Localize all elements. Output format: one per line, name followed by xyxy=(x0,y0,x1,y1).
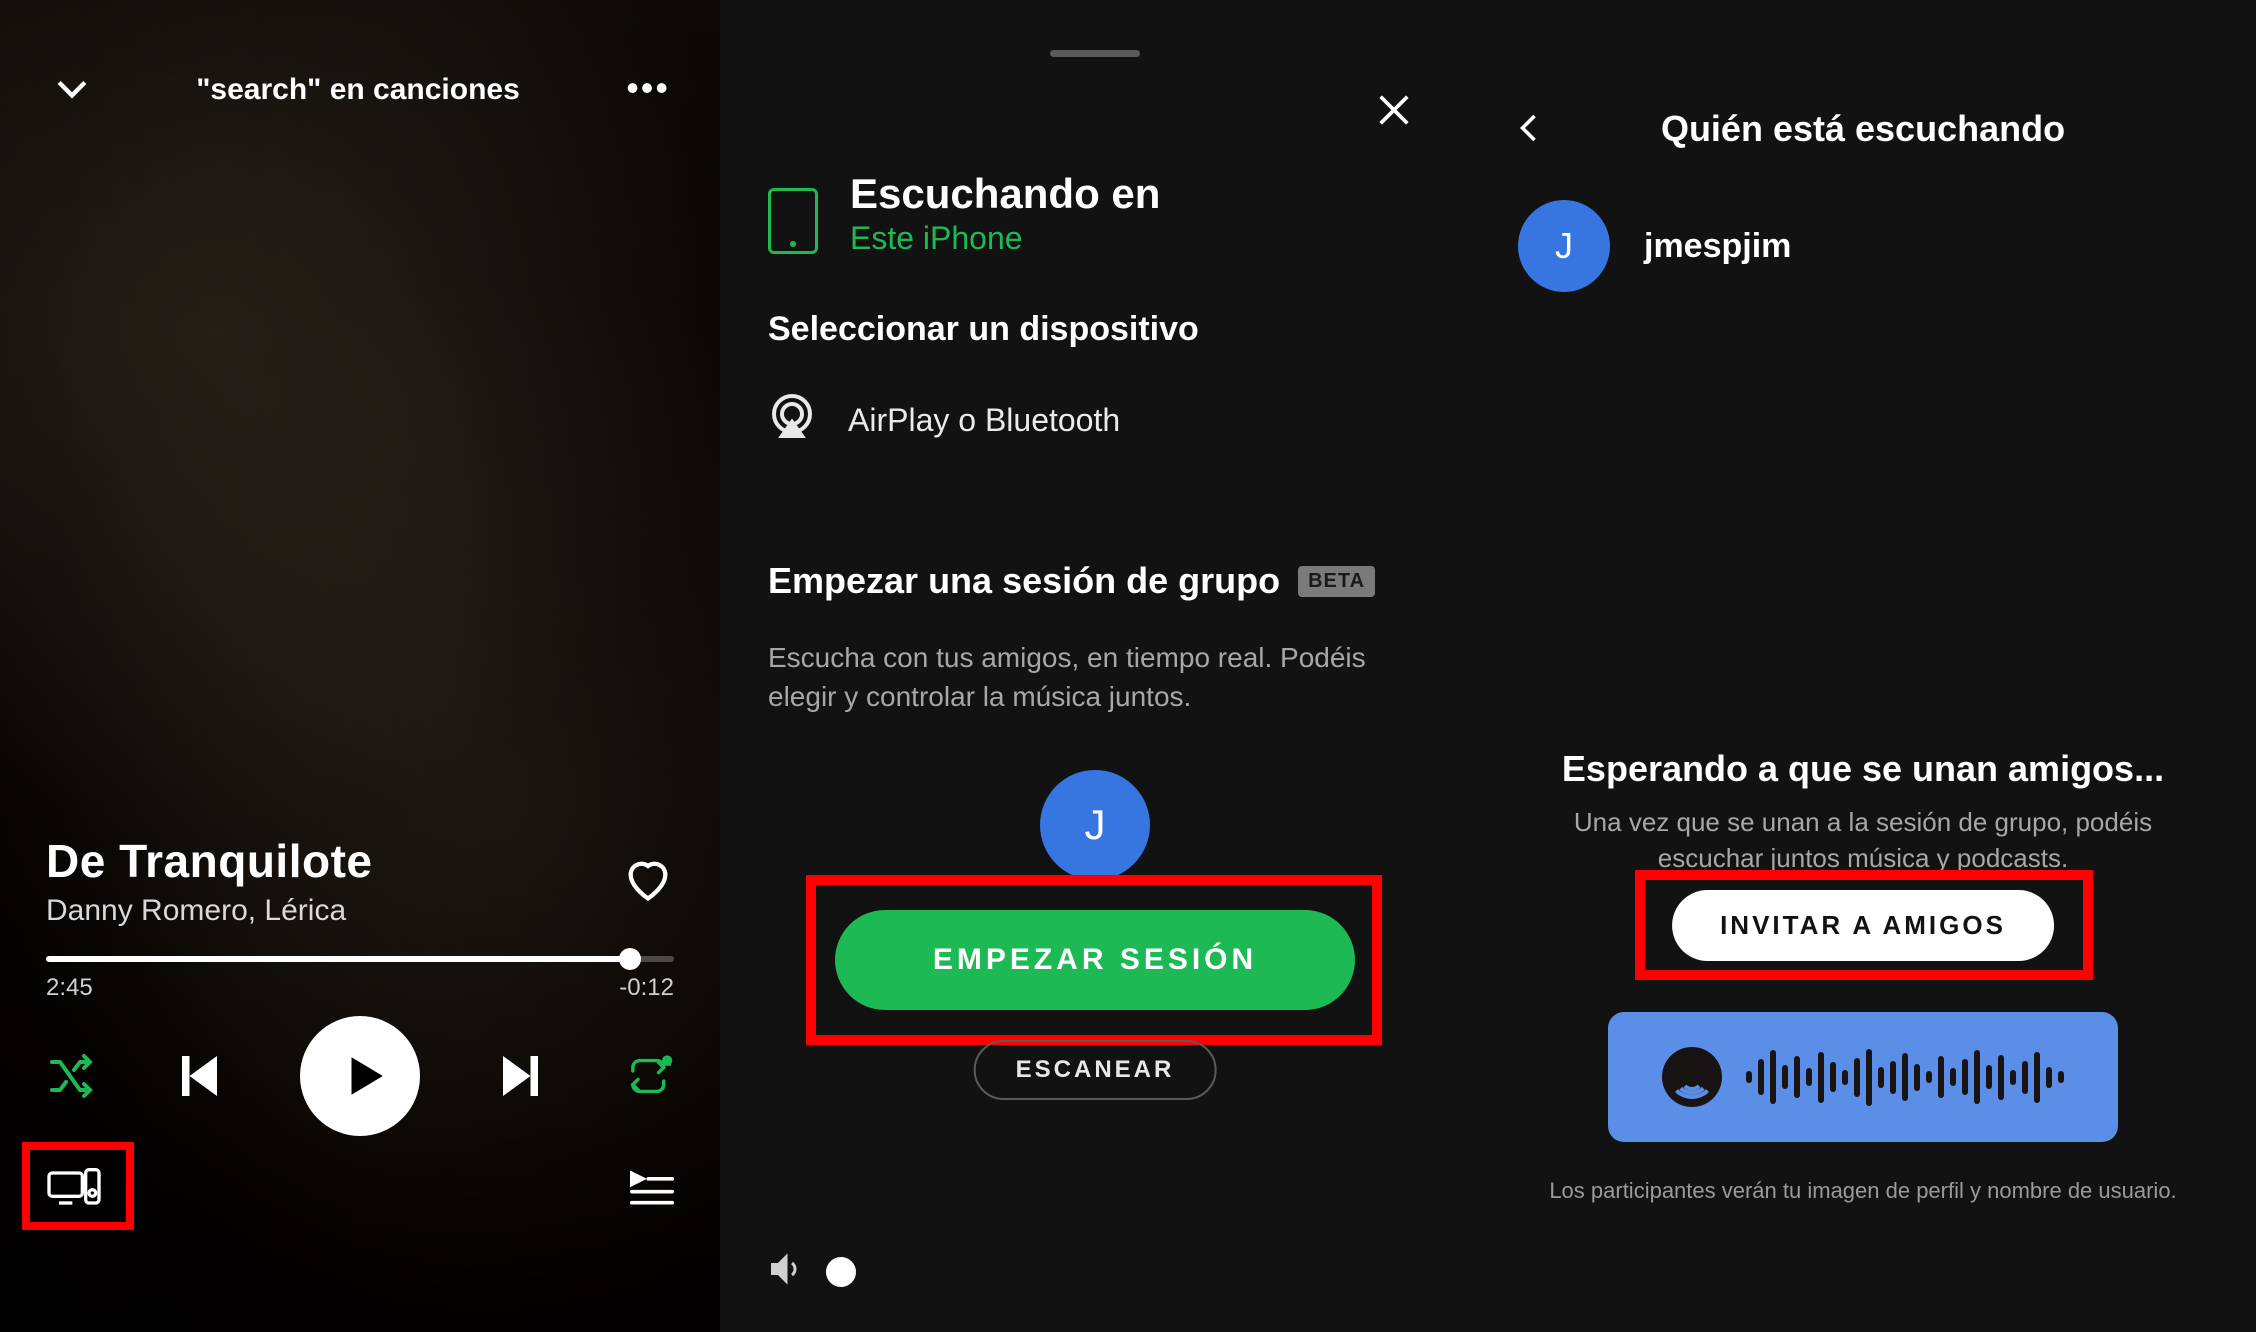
spotify-code[interactable] xyxy=(1608,1012,2118,1142)
collapse-icon[interactable] xyxy=(50,66,94,115)
user-avatar: J xyxy=(1040,770,1150,880)
track-artist: Danny Romero, Lérica xyxy=(46,894,372,928)
start-session-button[interactable]: EMPEZAR SESIÓN xyxy=(835,910,1355,1010)
phone-icon xyxy=(768,188,818,254)
group-session-description: Escucha con tus amigos, en tiempo real. … xyxy=(768,638,1410,716)
spotify-code-bars xyxy=(1746,1047,2064,1107)
devices-button[interactable] xyxy=(46,1168,102,1213)
volume-icon xyxy=(768,1251,804,1292)
airplay-label: AirPlay o Bluetooth xyxy=(848,402,1120,439)
track-info: De Tranquilote Danny Romero, Lérica xyxy=(46,834,674,928)
now-playing-topbar: "search" en canciones ••• xyxy=(0,50,720,130)
queue-button[interactable] xyxy=(630,1171,674,1210)
waiting-description: Una vez que se unan a la sesión de grupo… xyxy=(1526,804,2200,877)
scan-button[interactable]: ESCANEAR xyxy=(974,1040,1217,1100)
waiting-heading: Esperando a que se unan amigos... xyxy=(1470,748,2256,790)
participant-username: jmespjim xyxy=(1644,227,1791,266)
svg-text:1: 1 xyxy=(665,1056,670,1066)
current-device: Este iPhone xyxy=(850,220,1160,257)
progress-bar[interactable]: 2:45 -0:12 xyxy=(46,956,674,1002)
volume-knob[interactable] xyxy=(826,1257,856,1287)
now-playing-screen: "search" en canciones ••• De Tranquilote… xyxy=(0,0,720,1332)
participant-avatar: J xyxy=(1518,200,1610,292)
spotify-logo-icon xyxy=(1662,1047,1722,1107)
listening-on-label: Escuchando en xyxy=(850,170,1160,218)
disclaimer-text: Los participantes verán tu imagen de per… xyxy=(1470,1178,2256,1204)
like-button[interactable] xyxy=(622,853,674,910)
play-button[interactable] xyxy=(300,1016,420,1136)
time-remaining: -0:12 xyxy=(619,974,674,1002)
device-picker-sheet: Escuchando en Este iPhone Seleccionar un… xyxy=(720,0,1470,1332)
more-options-icon[interactable]: ••• xyxy=(622,76,670,105)
track-title: De Tranquilote xyxy=(46,834,372,888)
page-title: Quién está escuchando xyxy=(1470,108,2256,150)
beta-badge: BETA xyxy=(1298,566,1375,597)
airplay-icon xyxy=(768,392,816,448)
next-button[interactable] xyxy=(493,1046,553,1106)
previous-button[interactable] xyxy=(167,1046,227,1106)
context-title: "search" en canciones xyxy=(94,73,622,107)
time-elapsed: 2:45 xyxy=(46,974,93,1002)
close-button[interactable] xyxy=(1374,90,1422,138)
sheet-grab-handle[interactable] xyxy=(1050,50,1140,57)
shuffle-button[interactable] xyxy=(46,1052,94,1100)
select-device-heading: Seleccionar un dispositivo xyxy=(768,310,1199,349)
group-session-heading: Empezar una sesión de grupo xyxy=(768,560,1280,602)
group-session-screen: Quién está escuchando J jmespjim Esperan… xyxy=(1470,0,2256,1332)
repeat-one-button[interactable]: 1 xyxy=(626,1052,674,1100)
playback-controls: 1 xyxy=(46,1016,674,1136)
volume-control[interactable] xyxy=(768,1251,856,1292)
invite-friends-button[interactable]: INVITAR A AMIGOS xyxy=(1672,890,2054,961)
progress-knob[interactable] xyxy=(619,948,641,970)
participant-row: J jmespjim xyxy=(1518,200,1791,292)
airplay-bluetooth-option[interactable]: AirPlay o Bluetooth xyxy=(768,392,1120,448)
